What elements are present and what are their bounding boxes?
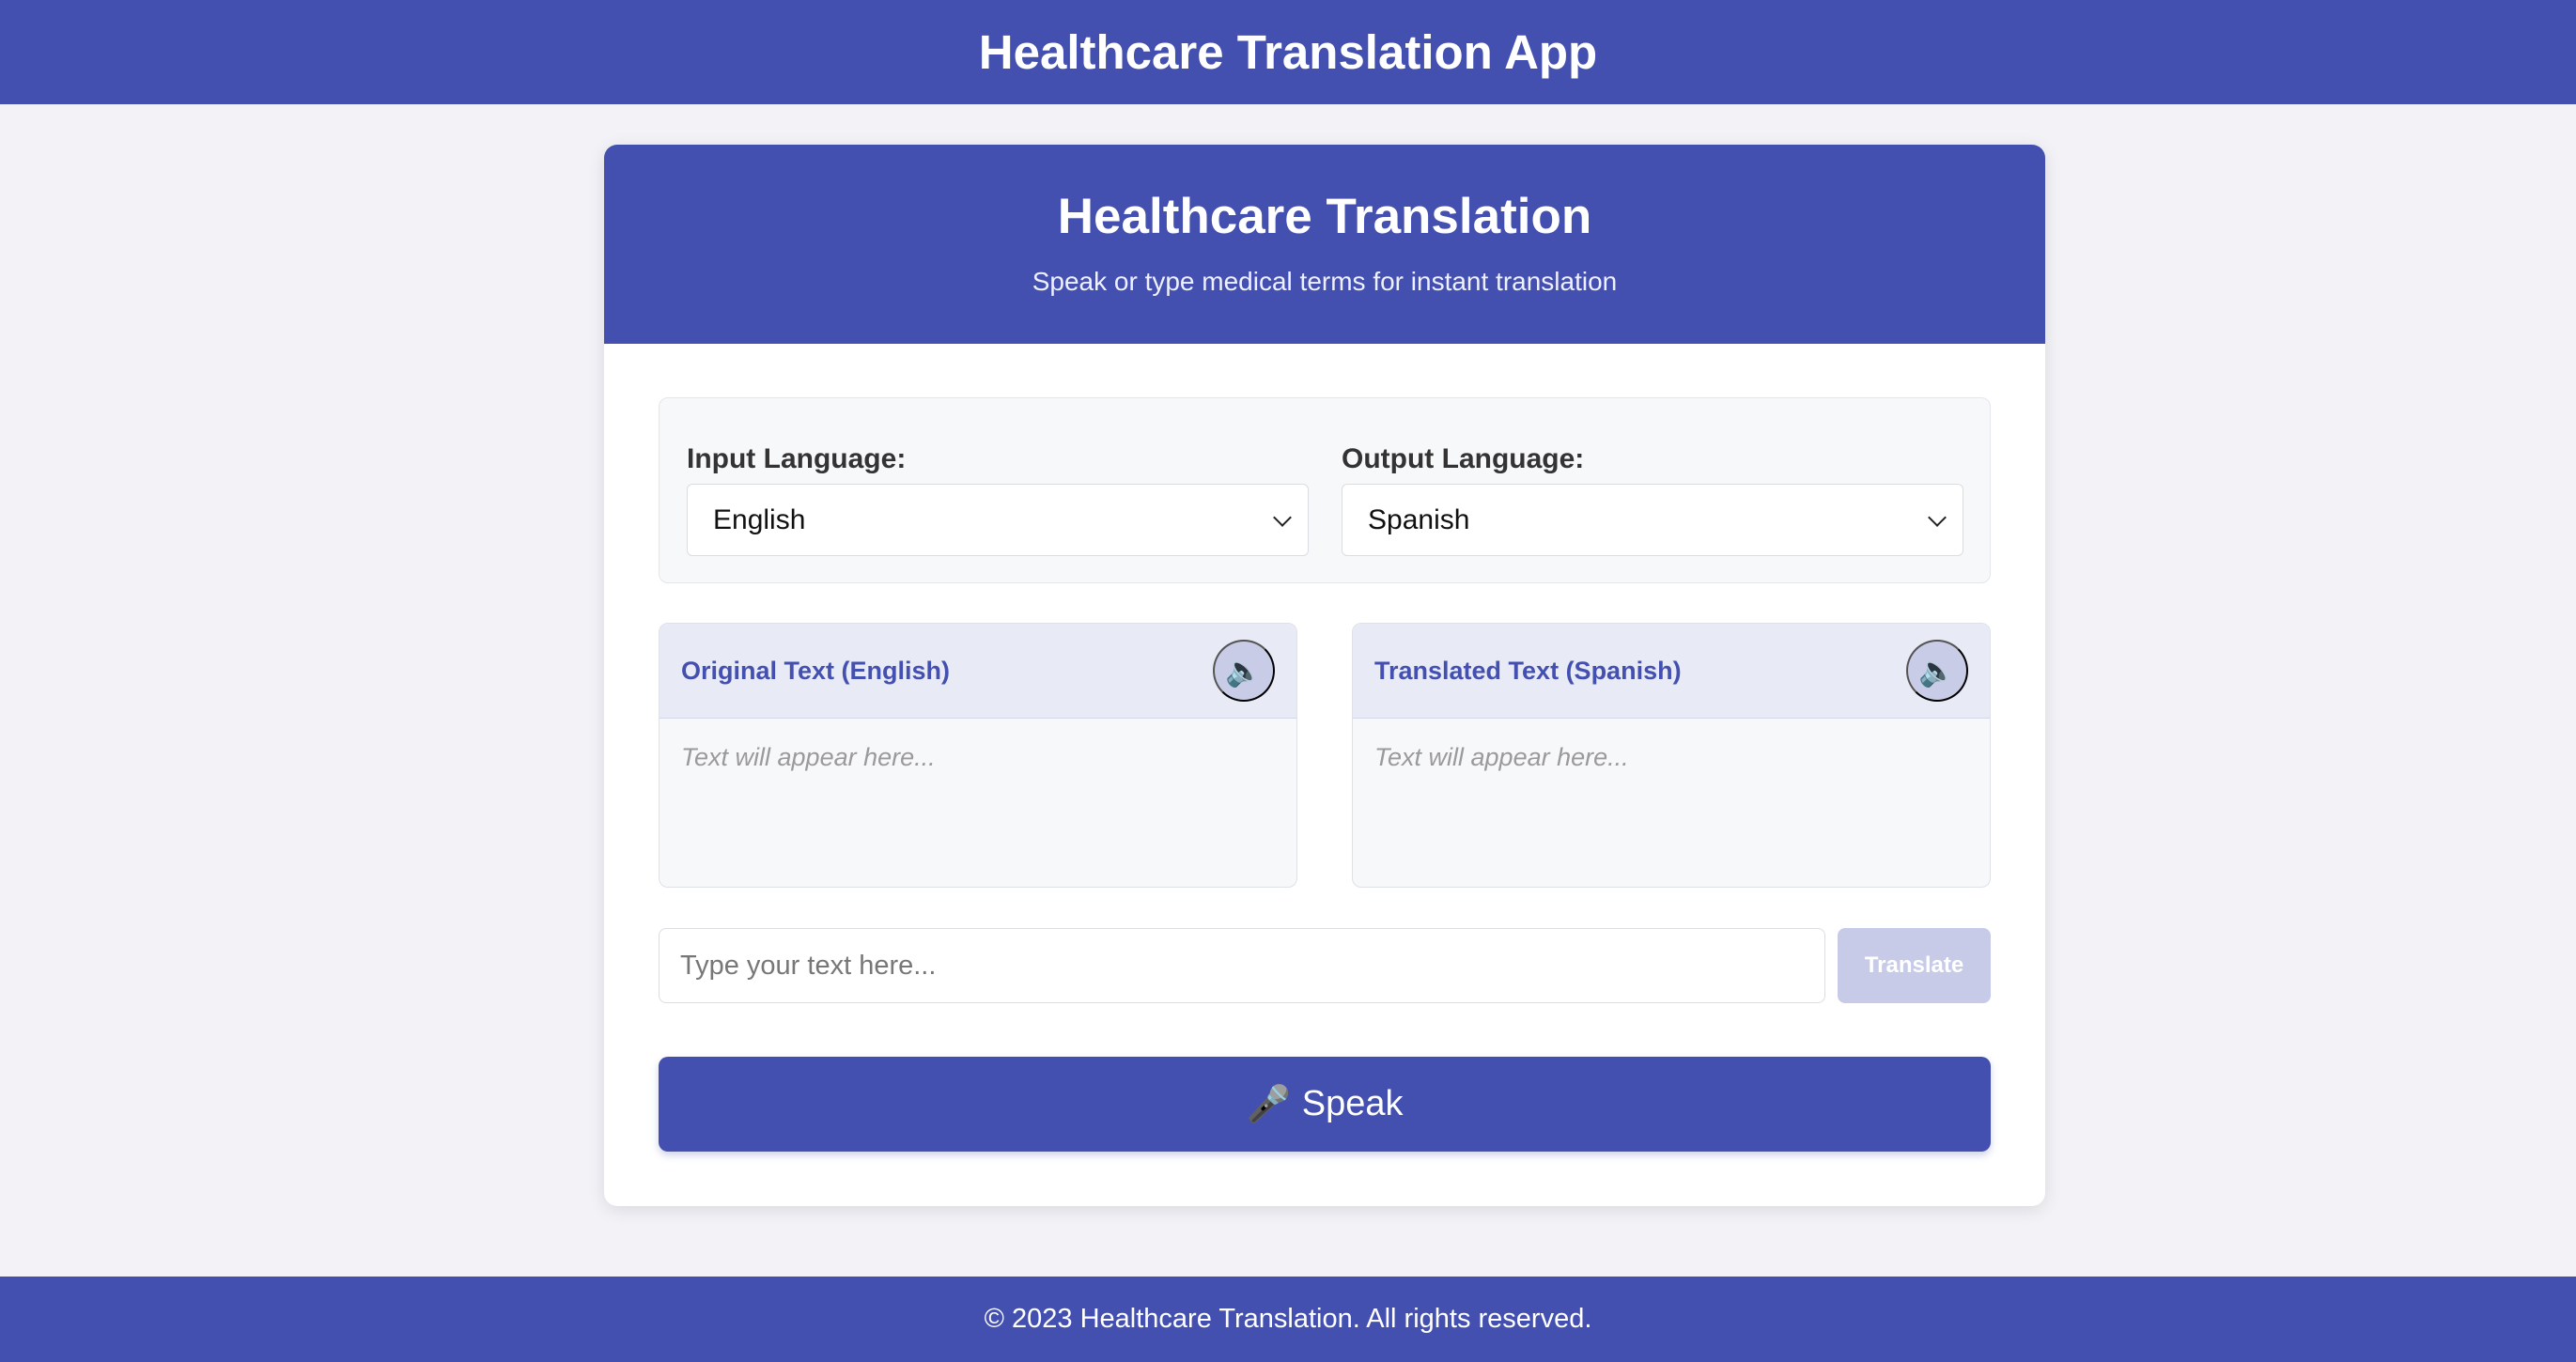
input-language-label: Input Language: xyxy=(687,443,907,474)
translated-text-placeholder: Text will appear here... xyxy=(1374,743,1629,771)
chevron-down-icon xyxy=(1928,508,1947,527)
output-language-value: Spanish xyxy=(1368,503,1470,535)
speak-label: Speak xyxy=(1301,1084,1404,1123)
output-language-label: Output Language: xyxy=(1342,443,1585,474)
card-subtitle: Speak or type medical terms for instant … xyxy=(1032,267,1618,296)
original-text-title: Original Text (English) xyxy=(681,657,951,685)
translated-text-header: Translated Text (Spanish) 🔈 xyxy=(1353,624,1990,719)
translate-button[interactable]: Translate xyxy=(1838,928,1991,1003)
translated-speaker-button[interactable]: 🔈 xyxy=(1906,640,1968,702)
microphone-icon: 🎤 xyxy=(1246,1084,1291,1124)
original-speaker-button[interactable]: 🔈 xyxy=(1213,640,1275,702)
speaker-icon: 🔈 xyxy=(1225,654,1263,688)
footer-text: © 2023 Healthcare Translation. All right… xyxy=(984,1304,1592,1334)
translated-text-title: Translated Text (Spanish) xyxy=(1374,657,1682,685)
output-language-select[interactable]: Spanish xyxy=(1342,484,1963,556)
footer: © 2023 Healthcare Translation. All right… xyxy=(0,1277,2576,1362)
text-input[interactable] xyxy=(659,928,1825,1003)
card-header: Healthcare Translation Speak or type med… xyxy=(604,145,2045,344)
original-text-box: Original Text (English) 🔈 Text will appe… xyxy=(659,623,1297,888)
speaker-icon: 🔈 xyxy=(1918,654,1956,688)
translated-text-box: Translated Text (Spanish) 🔈 Text will ap… xyxy=(1352,623,1991,888)
input-language-value: English xyxy=(713,503,806,535)
card-title: Healthcare Translation xyxy=(1057,189,1592,244)
translation-card: Healthcare Translation Speak or type med… xyxy=(604,145,2045,1206)
original-text-header: Original Text (English) 🔈 xyxy=(660,624,1296,719)
speak-button[interactable]: 🎤 Speak xyxy=(659,1057,1991,1152)
app-header: Healthcare Translation App xyxy=(0,0,2576,104)
chevron-down-icon xyxy=(1273,508,1292,527)
input-language-select[interactable]: English xyxy=(687,484,1309,556)
app-title: Healthcare Translation App xyxy=(978,25,1598,79)
original-text-placeholder: Text will appear here... xyxy=(681,743,936,771)
language-panel: Input Language: English Output Language:… xyxy=(659,397,1991,583)
